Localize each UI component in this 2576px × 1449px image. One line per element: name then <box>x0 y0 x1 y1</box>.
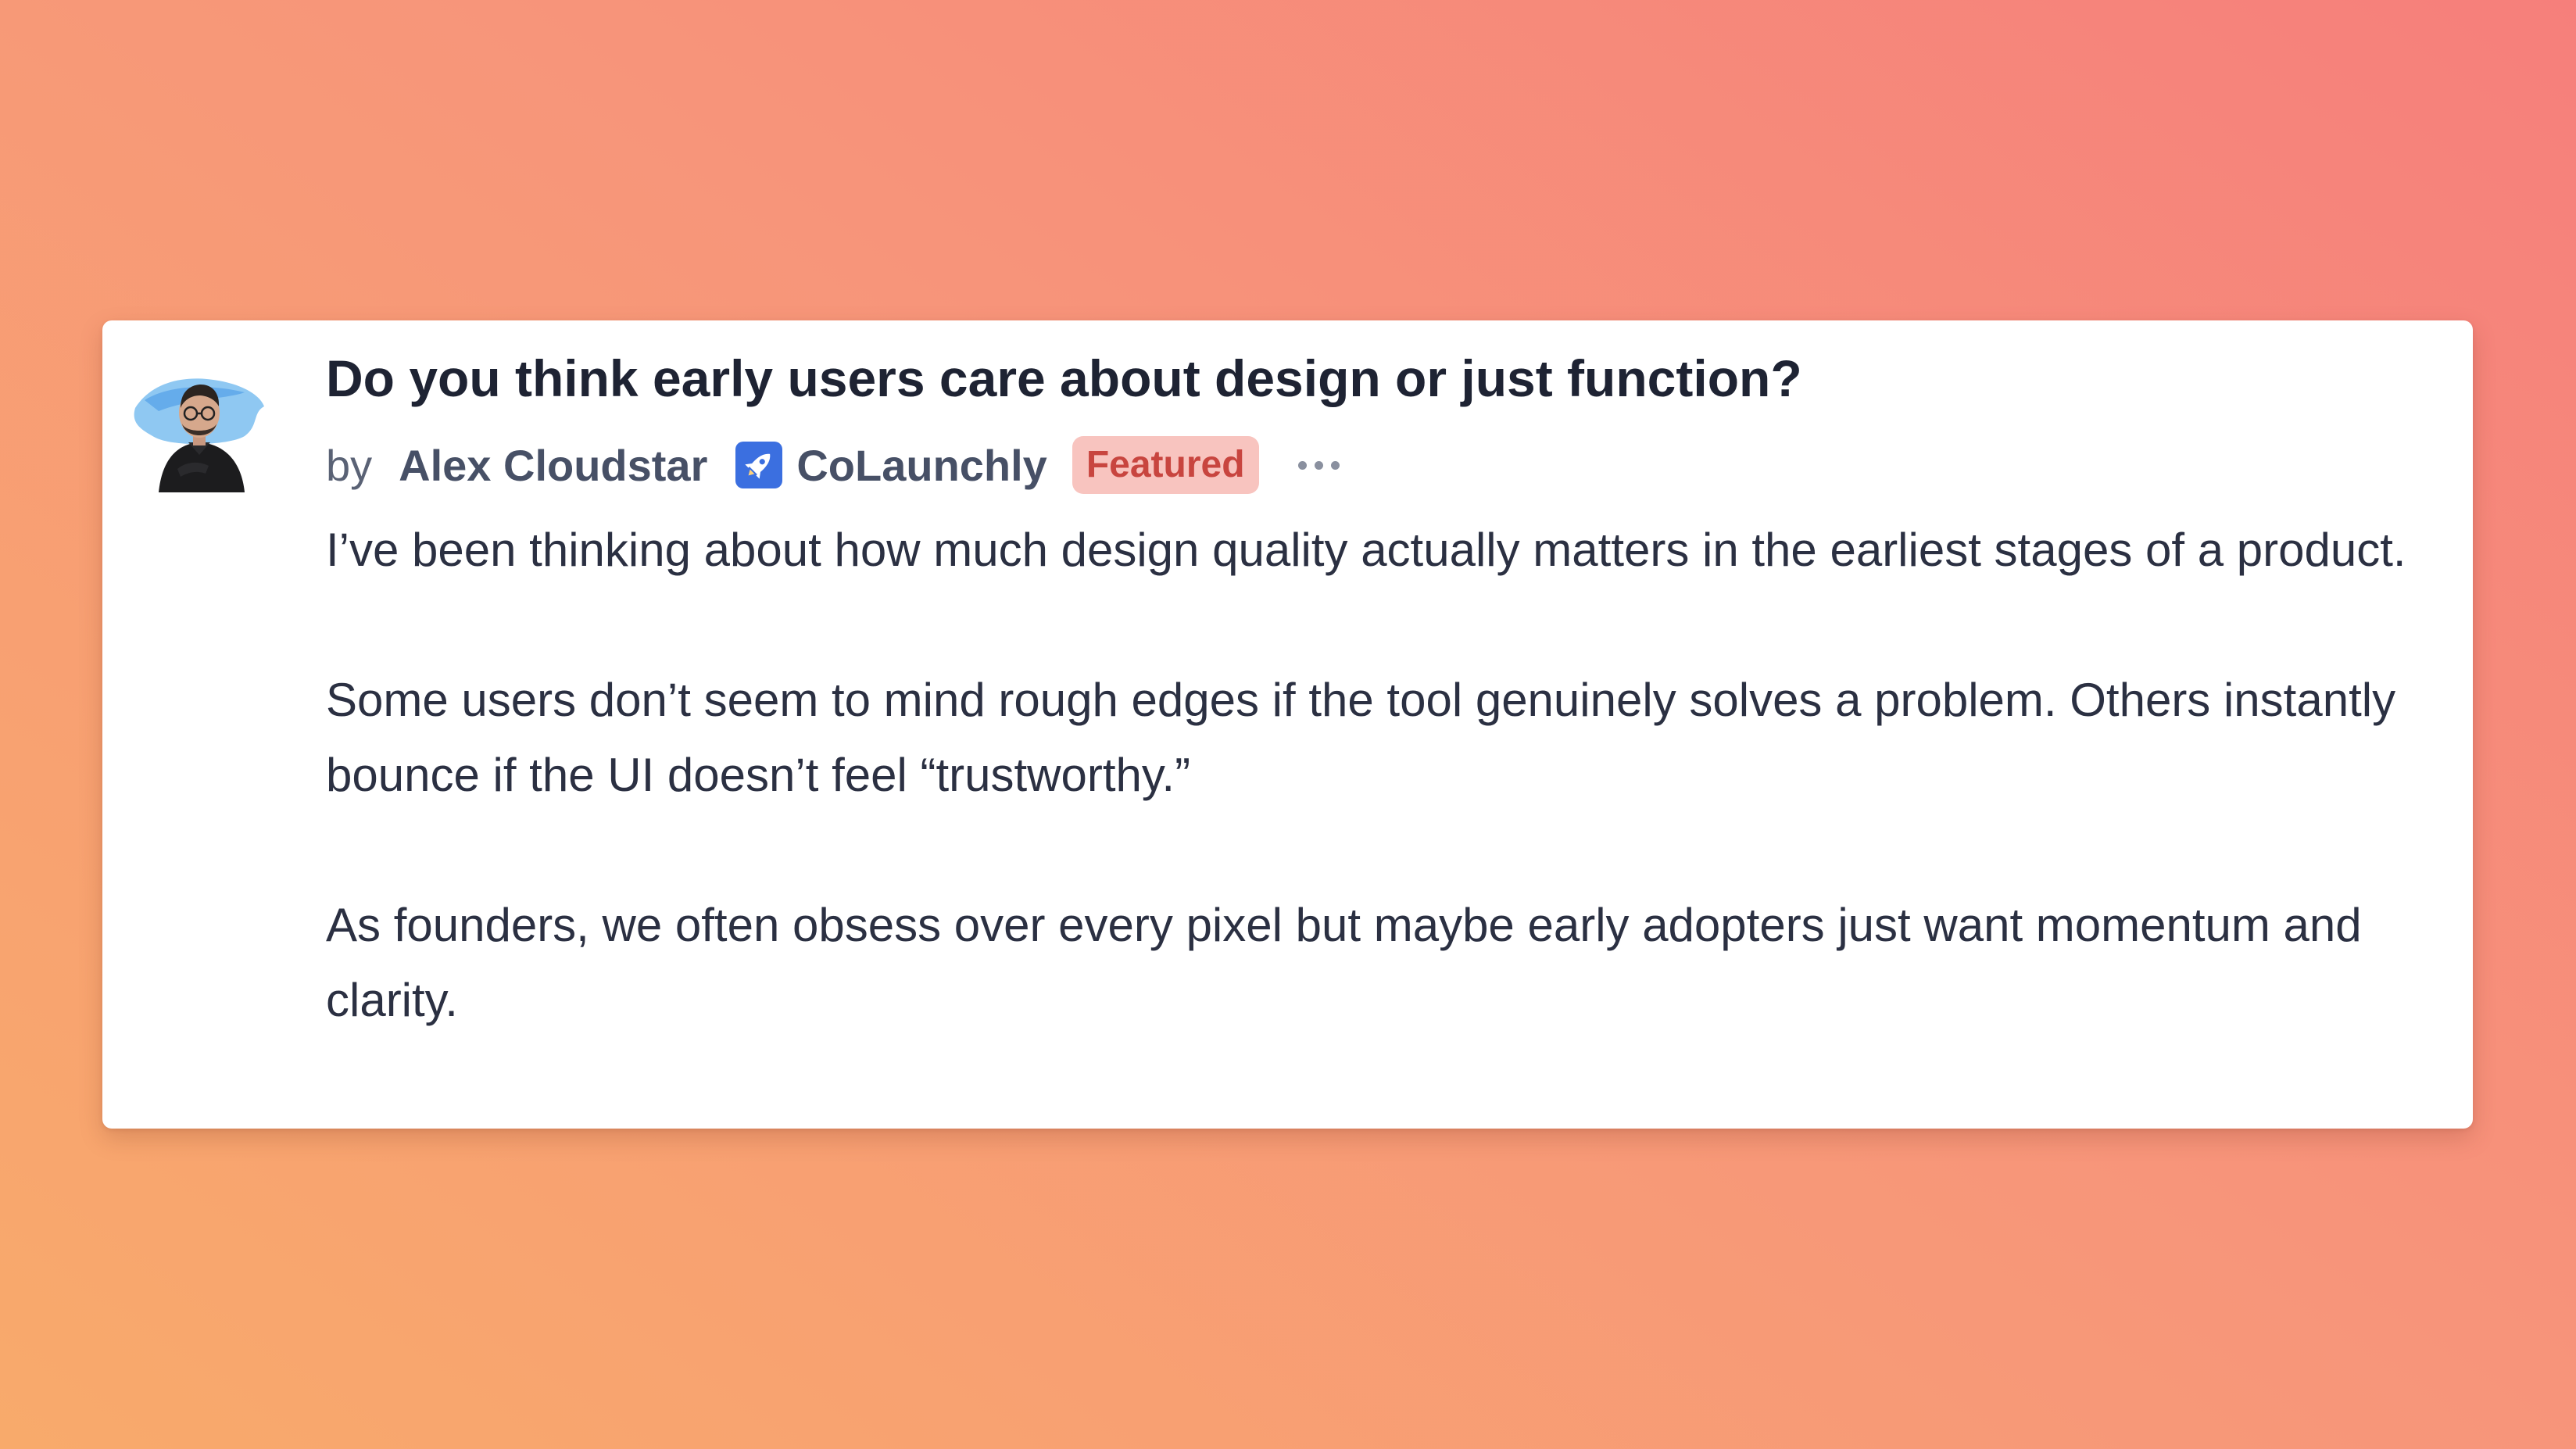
featured-badge: Featured <box>1072 436 1259 494</box>
more-dot <box>1330 460 1340 470</box>
author-link[interactable]: Alex Cloudstar <box>399 440 707 491</box>
post-paragraph: As founders, we often obsess over every … <box>326 899 2362 1026</box>
post-body: I’ve been thinking about how much design… <box>326 513 2452 1038</box>
more-dot <box>1297 460 1307 470</box>
post-paragraph: I’ve been thinking about how much design… <box>326 524 2406 576</box>
post-title[interactable]: Do you think early users care about desi… <box>326 342 2452 414</box>
by-label: by <box>326 440 373 490</box>
post-paragraph: Some users don’t seem to mind rough edge… <box>326 674 2396 801</box>
post-meta: by Alex Cloudstar CoLaunchly Featured <box>326 430 2452 500</box>
post-content: Do you think early users care about desi… <box>326 342 2452 1038</box>
avatar[interactable] <box>127 352 268 492</box>
avatar-image <box>134 378 264 492</box>
post-card: Do you think early users care about desi… <box>102 320 2473 1129</box>
org-link[interactable]: CoLaunchly <box>796 440 1046 491</box>
rocket-icon <box>735 442 783 488</box>
more-icon[interactable] <box>1293 453 1344 478</box>
more-dot <box>1314 460 1323 470</box>
